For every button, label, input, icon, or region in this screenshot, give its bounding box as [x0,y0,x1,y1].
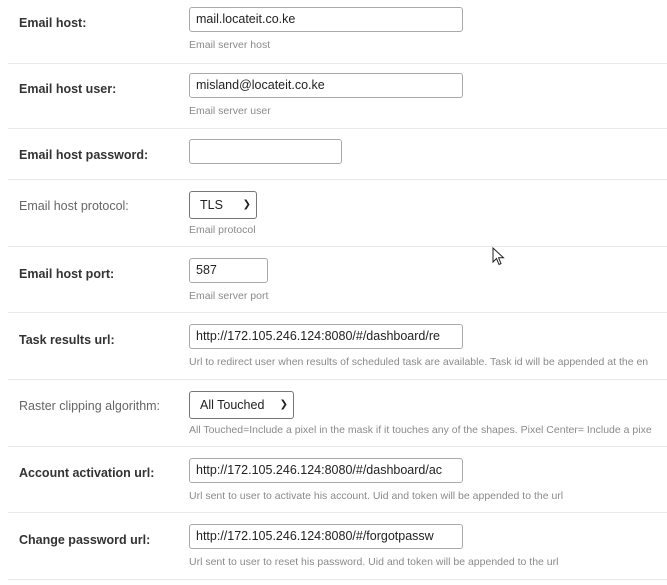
email-host-protocol-value: TLS [200,198,223,212]
chevron-down-icon: ❯ [242,199,251,210]
task-results-url-input[interactable]: http://172.105.246.124:8080/#/dashboard/… [189,324,463,349]
email-host-protocol-help: Email protocol [189,224,256,236]
email-host-password-label: Email host password: [19,148,149,162]
raster-clipping-algorithm-help: All Touched=Include a pixel in the mask … [189,424,652,436]
email-host-user-input[interactable]: misland@locateit.co.ke [189,73,463,98]
email-host-user-help: Email server user [189,105,271,117]
account-activation-url-help: Url sent to user to activate his account… [189,490,564,502]
form-row-email-host-user: Email host user: misland@locateit.co.ke … [8,63,667,129]
form-row-change-password-url: Change password url: http://172.105.246.… [8,513,667,580]
chevron-down-icon: ❯ [279,399,288,410]
task-results-url-label: Task results url: [19,333,115,347]
raster-clipping-algorithm-label: Raster clipping algorithm: [19,399,161,413]
form-row-raster-clipping-algorithm: Raster clipping algorithm: All Touched ❯… [8,380,667,447]
change-password-url-input[interactable]: http://172.105.246.124:8080/#/forgotpass… [189,524,463,549]
account-activation-url-input[interactable]: http://172.105.246.124:8080/#/dashboard/… [189,458,463,483]
email-host-port-input[interactable]: 587 [189,258,268,283]
form-row-email-host-password: Email host password: [8,129,667,180]
email-host-label: Email host: [19,16,87,30]
form-row-task-results-url: Task results url: http://172.105.246.124… [8,313,667,380]
email-host-input[interactable]: mail.locateit.co.ke [189,7,463,32]
email-host-help: Email server host [189,39,271,51]
change-password-url-help: Url sent to user to reset his password. … [189,556,559,568]
raster-clipping-algorithm-select[interactable]: All Touched ❯ [189,391,294,419]
raster-clipping-algorithm-value: All Touched [200,398,265,412]
mouse-pointer-icon [492,246,506,272]
email-host-user-label: Email host user: [19,82,117,96]
form-row-account-activation-url: Account activation url: http://172.105.2… [8,447,667,513]
email-host-port-label: Email host port: [19,267,115,281]
email-host-password-input[interactable] [189,139,342,164]
change-password-url-label: Change password url: [19,533,151,547]
email-host-protocol-select[interactable]: TLS ❯ [189,191,257,219]
task-results-url-help: Url to redirect user when results of sch… [189,356,649,368]
email-host-protocol-label: Email host protocol: [19,199,129,213]
email-host-port-help: Email server port [189,290,269,302]
form-row-email-host-port: Email host port: 587 Email server port [8,247,667,313]
form-row-email-host: Email host: mail.locateit.co.ke Email se… [8,0,667,64]
account-activation-url-label: Account activation url: [19,466,155,480]
form-row-email-host-protocol: Email host protocol: TLS ❯ Email protoco… [8,180,667,247]
